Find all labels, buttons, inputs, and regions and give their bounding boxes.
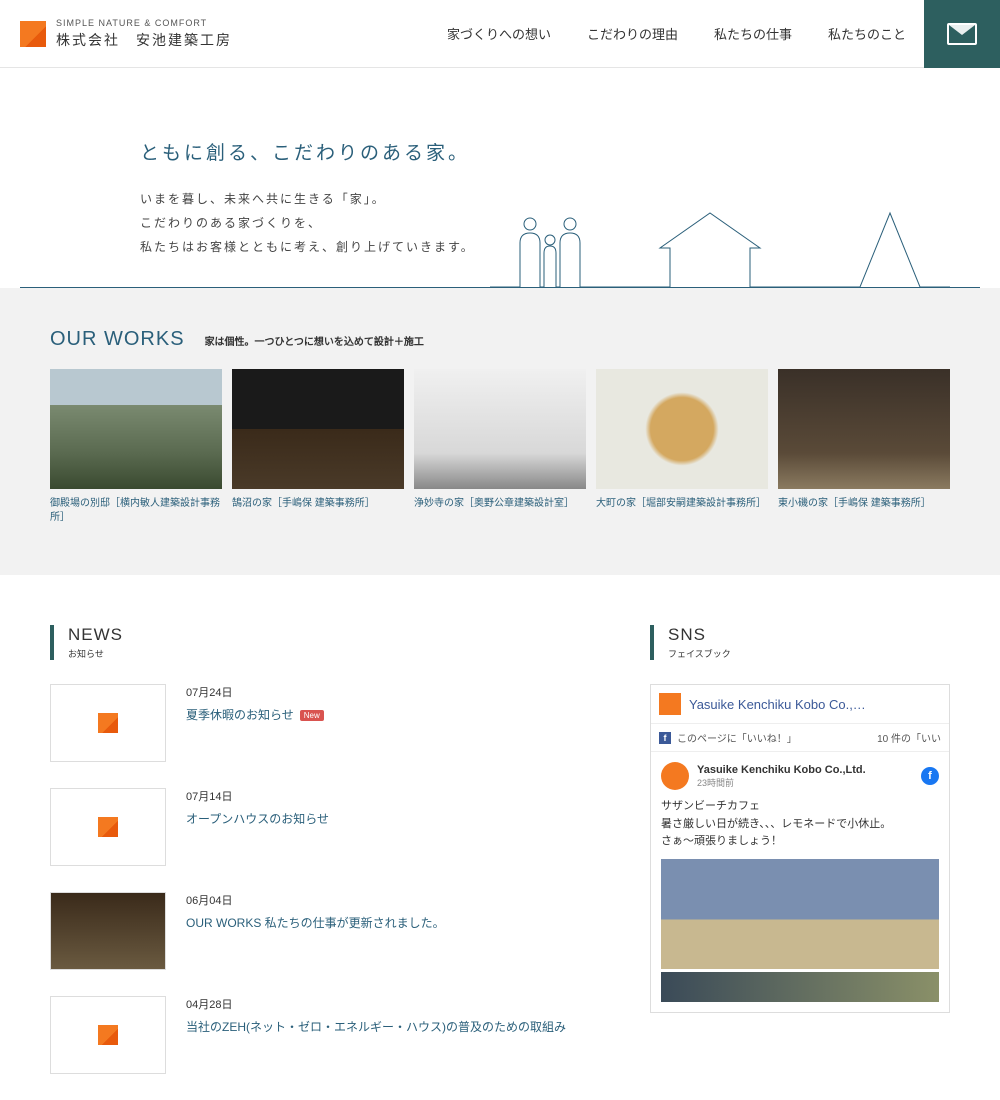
logo-mark-icon xyxy=(98,713,118,733)
hero-title: ともに創る、こだわりのある家。 xyxy=(140,138,1000,165)
news-body: 07月24日夏季休暇のお知らせ New xyxy=(186,684,324,762)
hero-line-art-icon xyxy=(490,198,950,288)
facebook-f-icon: f xyxy=(659,732,671,744)
new-badge: New xyxy=(300,710,324,721)
logo-mark-icon xyxy=(20,21,46,47)
news-thumb xyxy=(50,996,166,1074)
logo-tagline: SIMPLE NATURE & COMFORT xyxy=(56,18,232,28)
fb-header[interactable]: Yasuike Kenchiku Kobo Co.,… xyxy=(651,685,949,724)
main-nav: 家づくりへの想い こだわりの理由 私たちの仕事 私たちのこと xyxy=(429,0,924,68)
work-card[interactable]: 御殿場の別邸［横内敏人建築設計事務所］ xyxy=(50,369,222,525)
news-title-link[interactable]: 当社のZEH(ネット・ゼロ・エネルギー・ハウス)の普及のための取組み xyxy=(186,1020,566,1034)
fb-post-image[interactable] xyxy=(661,972,939,1002)
sns-column: SNS フェイスブック Yasuike Kenchiku Kobo Co.,… … xyxy=(650,625,950,1100)
lower-section: NEWS お知らせ 07月24日夏季休暇のお知らせ New 07月14日オープンハウ… xyxy=(0,575,1000,1100)
news-body: 06月04日 OUR WORKS 私たちの仕事が更新されました。 xyxy=(186,892,445,970)
news-heading: NEWS お知らせ xyxy=(50,625,610,660)
fb-avatar-icon xyxy=(661,762,689,790)
logo-mark-icon xyxy=(98,817,118,837)
news-date: 07月24日 xyxy=(186,684,324,700)
fb-post-header: Yasuike Kenchiku Kobo Co.,Ltd. 23時間前 f xyxy=(661,762,939,790)
fb-like-bar[interactable]: f このページに「いいね！」 10 件の「いい xyxy=(651,724,949,752)
news-title: NEWS xyxy=(68,625,610,645)
works-title: OUR WORKS xyxy=(50,328,185,351)
news-item[interactable]: 07月24日夏季休暇のお知らせ New xyxy=(50,684,610,762)
work-caption: 大町の家［堀部安嗣建築設計事務所］ xyxy=(596,497,768,511)
fb-like-count: 10 件の「いい xyxy=(877,730,941,745)
news-body: 04月28日当社のZEH(ネット・ゼロ・エネルギー・ハウス)の普及のための取組み xyxy=(186,996,566,1074)
fb-like-label: このページに「いいね！」 xyxy=(677,730,797,745)
facebook-widget: Yasuike Kenchiku Kobo Co.,… f このページに「いいね… xyxy=(650,684,950,1013)
hero-illustration xyxy=(0,198,1000,288)
news-thumb xyxy=(50,684,166,762)
works-heading: OUR WORKS 家は個性。一つひとつに想いを込めて設計＋施工 xyxy=(50,328,950,351)
news-item[interactable]: 07月14日オープンハウスのお知らせ xyxy=(50,788,610,866)
news-thumb xyxy=(50,892,166,970)
mail-icon xyxy=(947,23,977,45)
fb-post-text: サザンビーチカフェ 暑さ厳しい日が続き、、、レモネードで小休止。 さぁ〜頑張りま… xyxy=(661,798,939,851)
news-body: 07月14日オープンハウスのお知らせ xyxy=(186,788,329,866)
news-list: 07月24日夏季休暇のお知らせ New 07月14日オープンハウスのお知らせ 06月0… xyxy=(50,684,610,1074)
works-subtitle: 家は個性。一つひとつに想いを込めて設計＋施工 xyxy=(205,333,424,348)
sns-heading: SNS フェイスブック xyxy=(650,625,950,660)
fb-page-name: Yasuike Kenchiku Kobo Co.,… xyxy=(689,697,866,712)
news-title-link[interactable]: オープンハウスのお知らせ xyxy=(186,812,329,826)
fb-page-logo-icon xyxy=(659,693,681,715)
work-thumb xyxy=(232,369,404,489)
logo[interactable]: SIMPLE NATURE & COMFORT 株式会社 安池建築工房 xyxy=(0,18,232,50)
fb-post-name[interactable]: Yasuike Kenchiku Kobo Co.,Ltd. xyxy=(697,764,866,776)
logo-mark-icon xyxy=(98,1025,118,1045)
logo-company: 株式会社 安池建築工房 xyxy=(56,30,232,50)
header: SIMPLE NATURE & COMFORT 株式会社 安池建築工房 家づくり… xyxy=(0,0,1000,68)
facebook-round-icon[interactable]: f xyxy=(921,767,939,785)
fb-post: Yasuike Kenchiku Kobo Co.,Ltd. 23時間前 f サ… xyxy=(651,752,949,1012)
hero: ともに創る、こだわりのある家。 いまを暮し、未来へ共に生きる「家」。 こだわりの… xyxy=(0,68,1000,288)
fb-post-image[interactable] xyxy=(661,859,939,969)
news-subtitle: お知らせ xyxy=(68,647,610,660)
work-caption: 鵠沼の家［手嶋保 建築事務所］ xyxy=(232,497,404,511)
work-card[interactable]: 東小磯の家［手嶋保 建築事務所］ xyxy=(778,369,950,525)
nav-works[interactable]: 私たちの仕事 xyxy=(696,0,810,68)
logo-text: SIMPLE NATURE & COMFORT 株式会社 安池建築工房 xyxy=(56,18,232,50)
nav-about[interactable]: 私たちのこと xyxy=(810,0,924,68)
work-thumb xyxy=(50,369,222,489)
fb-text-line: 暑さ厳しい日が続き、、、レモネードで小休止。 xyxy=(661,816,939,834)
work-caption: 御殿場の別邸［横内敏人建築設計事務所］ xyxy=(50,497,222,525)
news-item[interactable]: 06月04日 OUR WORKS 私たちの仕事が更新されました。 xyxy=(50,892,610,970)
nav-reason[interactable]: こだわりの理由 xyxy=(569,0,696,68)
news-title-link[interactable]: 夏季休暇のお知らせ xyxy=(186,708,294,722)
work-caption: 東小磯の家［手嶋保 建築事務所］ xyxy=(778,497,950,511)
news-date: 07月14日 xyxy=(186,788,329,804)
news-column: NEWS お知らせ 07月24日夏季休暇のお知らせ New 07月14日オープンハウ… xyxy=(50,625,610,1100)
news-date: 06月04日 xyxy=(186,892,445,908)
sns-title: SNS xyxy=(668,625,950,645)
work-thumb xyxy=(778,369,950,489)
works-section: OUR WORKS 家は個性。一つひとつに想いを込めて設計＋施工 御殿場の別邸［… xyxy=(0,288,1000,575)
work-thumb xyxy=(596,369,768,489)
work-thumb xyxy=(414,369,586,489)
work-card[interactable]: 大町の家［堀部安嗣建築設計事務所］ xyxy=(596,369,768,525)
sns-subtitle: フェイスブック xyxy=(668,647,950,660)
fb-text-line: サザンビーチカフェ xyxy=(661,798,939,816)
work-caption: 浄妙寺の家［奥野公章建築設計室］ xyxy=(414,497,586,511)
contact-button[interactable] xyxy=(924,0,1000,68)
work-card[interactable]: 浄妙寺の家［奥野公章建築設計室］ xyxy=(414,369,586,525)
news-title-link[interactable]: OUR WORKS 私たちの仕事が更新されました。 xyxy=(186,916,445,930)
news-thumb xyxy=(50,788,166,866)
works-grid: 御殿場の別邸［横内敏人建築設計事務所］ 鵠沼の家［手嶋保 建築事務所］ 浄妙寺の… xyxy=(50,369,950,525)
work-card[interactable]: 鵠沼の家［手嶋保 建築事務所］ xyxy=(232,369,404,525)
fb-post-time: 23時間前 xyxy=(697,776,866,789)
news-item[interactable]: 04月28日当社のZEH(ネット・ゼロ・エネルギー・ハウス)の普及のための取組み xyxy=(50,996,610,1074)
nav-philosophy[interactable]: 家づくりへの想い xyxy=(429,0,569,68)
fb-text-line: さぁ〜頑張りましょう！ xyxy=(661,833,939,851)
news-date: 04月28日 xyxy=(186,996,566,1012)
